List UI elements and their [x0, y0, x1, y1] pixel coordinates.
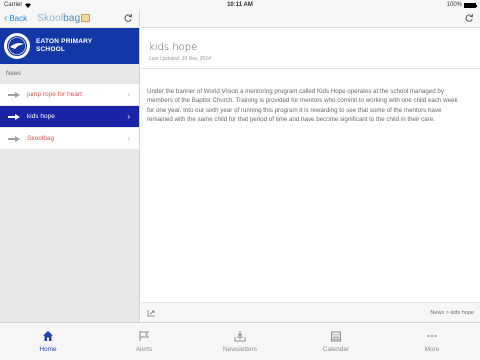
sidebar-navbar: ‹ Back Skoolbag — [0, 10, 139, 28]
logo-dark-text: bag — [63, 13, 81, 24]
tab-alerts[interactable]: Alerts — [96, 323, 192, 360]
list-item-label: Skoolbag — [27, 135, 55, 142]
list-item-skoolbag[interactable]: Skoolbag › — [0, 128, 139, 150]
article-updated: Last Updated: 19 Nov, 2014 — [149, 56, 211, 62]
school-crest-icon — [4, 33, 30, 59]
home-icon — [43, 331, 53, 341]
tab-label: Home — [39, 346, 57, 353]
tab-home[interactable]: Home — [0, 323, 96, 360]
calendar-icon — [331, 331, 341, 342]
app-logo: Skoolbag — [37, 13, 91, 24]
article-body: Under the banner of World Vision a mento… — [147, 88, 458, 123]
chevron-right-icon: › — [127, 134, 130, 143]
section-label: News — [6, 71, 22, 77]
chevron-right-icon: › — [127, 90, 130, 99]
back-label: Back — [9, 14, 28, 23]
chevron-left-icon: ‹ — [4, 12, 8, 24]
battery-icon — [464, 2, 477, 8]
arrow-right-icon — [8, 91, 20, 98]
detail-pane: kids hope Last Updated: 19 Nov, 2014 Und… — [141, 10, 480, 322]
detail-navbar — [141, 10, 480, 28]
battery-fill — [465, 3, 475, 7]
school-name-line1: EATON PRIMARY — [36, 38, 93, 45]
tab-newsletters[interactable]: Newsletters — [192, 323, 288, 360]
tab-calendar[interactable]: Calendar — [288, 323, 384, 360]
tab-label: Newsletters — [223, 346, 257, 353]
arrow-right-icon — [8, 113, 20, 120]
tab-label: Calendar — [322, 346, 350, 353]
tab-label: More — [424, 346, 440, 353]
share-icon[interactable] — [147, 309, 157, 317]
flag-icon — [139, 331, 150, 341]
list-item-kids-hope[interactable]: kids hope › — [0, 106, 139, 128]
school-banner: EATON PRIMARY SCHOOL — [0, 28, 139, 64]
tab-label: Alerts — [135, 346, 153, 353]
refresh-icon[interactable] — [464, 13, 474, 23]
detail-footer: News > kids hope — [141, 302, 480, 322]
list-item-label: jump rope for heart — [27, 91, 82, 98]
article-title: kids hope — [149, 42, 198, 53]
list-item-jump-rope[interactable]: jump rope for heart › — [0, 84, 139, 106]
arrow-right-icon — [8, 135, 20, 142]
status-bar: Carrier 10:11 AM 100% — [0, 0, 480, 10]
book-icon — [81, 14, 91, 22]
status-time: 10:11 AM — [227, 2, 253, 8]
more-icon — [427, 335, 437, 337]
school-name: EATON PRIMARY SCHOOL — [36, 38, 92, 54]
article-header: kids hope Last Updated: 19 Nov, 2014 — [141, 28, 480, 69]
tab-more[interactable]: More — [384, 323, 480, 360]
breadcrumb: News > kids hope — [430, 309, 474, 316]
inbox-icon — [234, 331, 246, 342]
school-name-line2: SCHOOL — [36, 46, 66, 53]
chevron-right-icon: › — [127, 112, 130, 121]
refresh-icon[interactable] — [123, 13, 133, 23]
list-item-label: kids hope — [27, 113, 55, 120]
tab-bar: Home Alerts Newsletters Calendar More — [0, 322, 480, 360]
sidebar: ‹ Back Skoolbag EATON PRIMARY SCHOOL New… — [0, 10, 140, 322]
logo-light-text: Skool — [37, 13, 64, 24]
back-button[interactable]: ‹ Back — [4, 12, 28, 24]
